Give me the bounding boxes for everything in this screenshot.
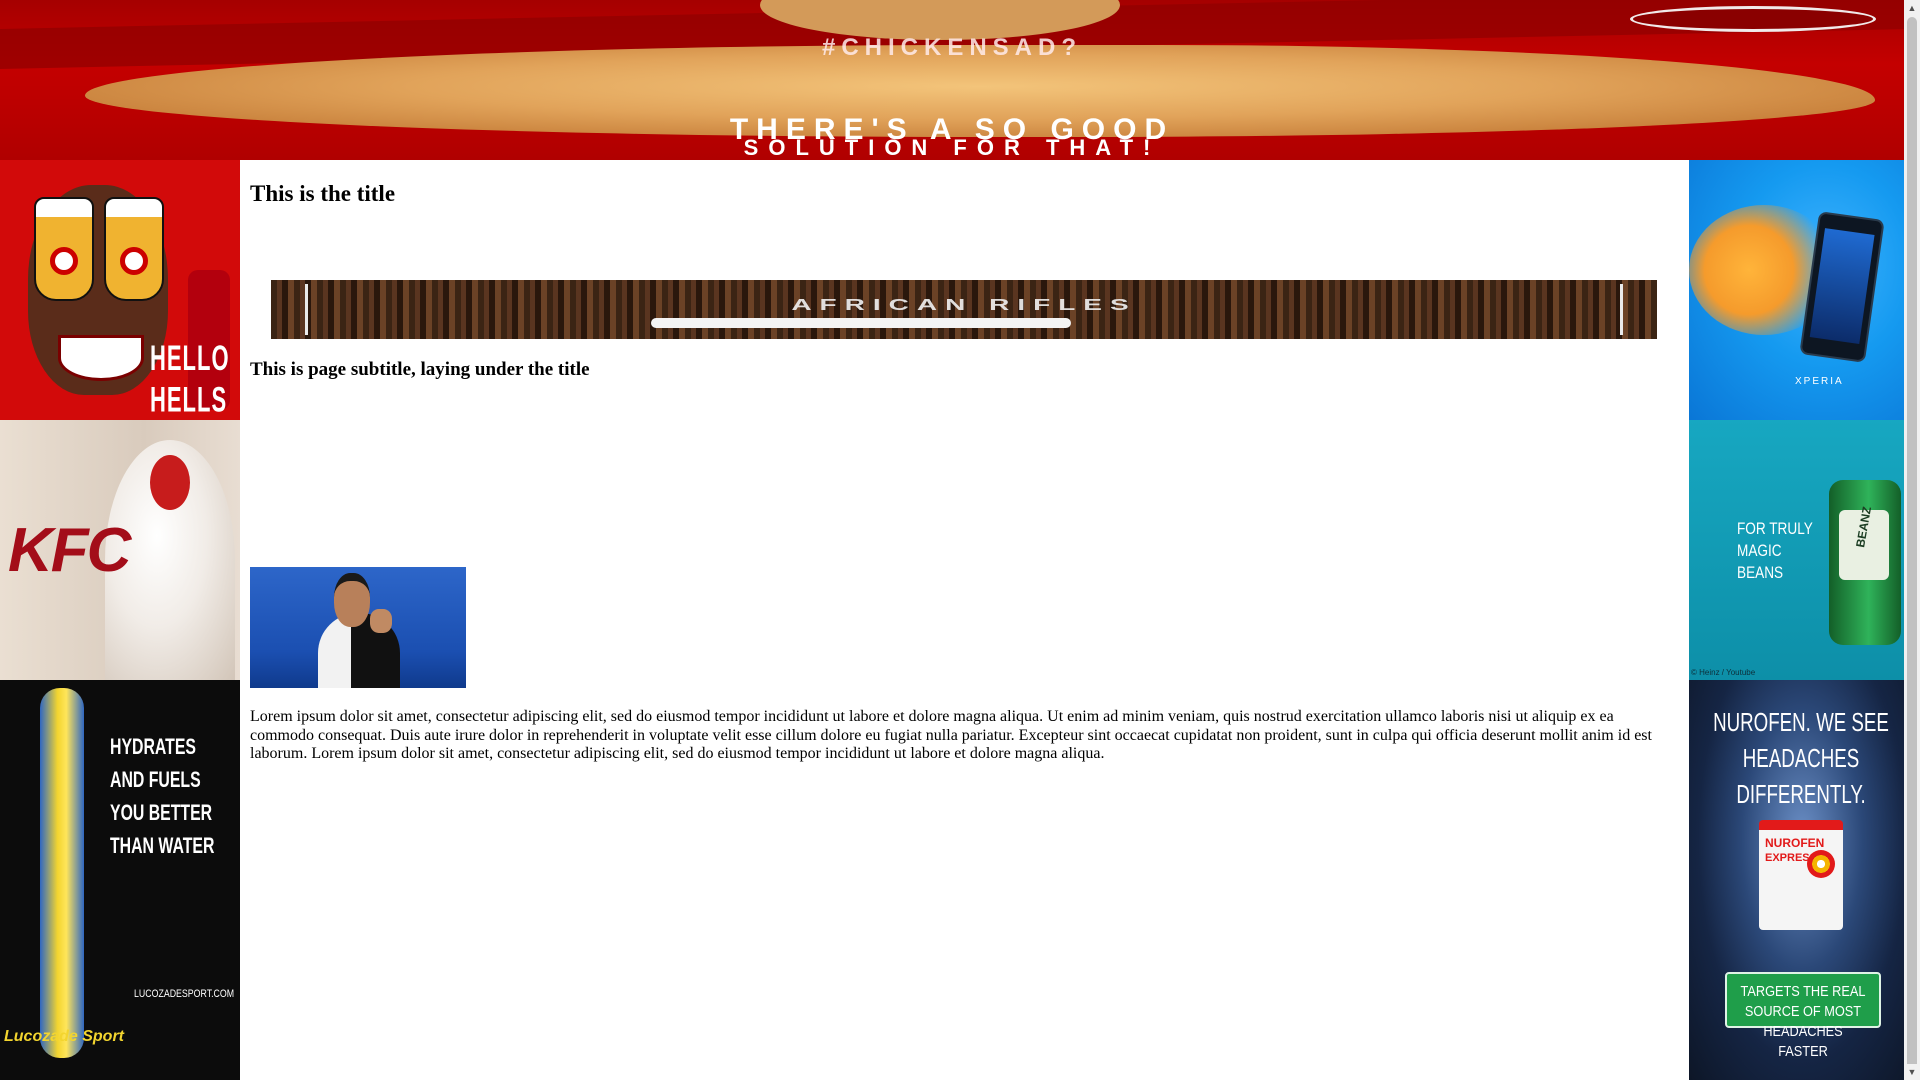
page-subtitle: This is page subtitle, laying under the … — [250, 359, 590, 380]
scroll-thumb[interactable] — [1907, 17, 1917, 1069]
heinz-can: BEANZ — [1829, 480, 1901, 645]
heinz-can-label: BEANZ — [1853, 505, 1875, 549]
lucozade-bottle — [40, 688, 84, 1058]
lucozade-url: LUCOZADESPORT.COM — [134, 988, 235, 1000]
heinz-credit: © Heinz / Youtube — [1691, 668, 1756, 677]
vertical-scrollbar[interactable]: ▲ ▼ — [1904, 0, 1920, 1080]
content-banner-text: AFRICAN RIFLES — [791, 296, 1137, 314]
content-banner-ad[interactable]: AFRICAN RIFLES — [271, 280, 1657, 339]
cartoon-face — [28, 185, 168, 395]
scroll-up-arrow-icon[interactable]: ▲ — [1904, 0, 1920, 16]
cartoon-mouth — [58, 335, 144, 381]
banner-logo — [1630, 6, 1876, 32]
nurofen-pack-brand: NUROFEN — [1765, 836, 1825, 850]
tennis-player-image — [250, 567, 466, 688]
nurofen-headline: NUROFEN. WE SEE HEADACHES DIFFERENTLY. — [1713, 707, 1889, 809]
beer-glass-left — [34, 197, 94, 301]
banner-tagline-line2: SOLUTION FOR THAT! — [743, 135, 1161, 160]
target-icon — [1807, 850, 1835, 878]
player-fist — [370, 609, 392, 633]
right-ad-xperia[interactable]: XPERIA — [1689, 160, 1915, 420]
heinz-keystone-label: BEANZ — [1839, 505, 1889, 580]
body-paragraph: Lorem ipsum dolor sit amet, consectetur … — [250, 708, 1652, 762]
top-banner-ad[interactable]: #CHICKENSAD? THERE'S A SO GOOD SOLUTION … — [0, 0, 1904, 160]
nurofen-pack: NUROFEN EXPRESS — [1759, 820, 1843, 930]
scroll-down-arrow-icon[interactable]: ▼ — [1904, 1064, 1920, 1080]
lucozade-copy: HYDRATES AND FUELS YOU BETTER THAN WATER — [110, 734, 215, 858]
xperia-brand: XPERIA — [1795, 376, 1844, 387]
lucozade-brand: Lucozade Sport — [4, 1028, 125, 1045]
nurofen-cta-label: TARGETS THE REAL SOURCE OF MOST HEADACHE… — [1740, 983, 1866, 1060]
hellmanns-text: HELLO HELLS — [150, 338, 230, 420]
content-banner-shop-pill — [651, 318, 1071, 328]
left-ad-kfc[interactable]: KFC — [0, 420, 240, 680]
chicken-comb — [150, 455, 190, 510]
banner-hashtag: #CHICKENSAD? — [821, 34, 1082, 61]
player-head — [334, 573, 370, 627]
right-ad-heinz[interactable]: FOR TRULY MAGIC BEANS BEANZ © Heinz / Yo… — [1689, 420, 1915, 680]
kfc-logo: KFC — [8, 516, 131, 585]
page-title: This is the title — [250, 181, 396, 206]
nurofen-cta-button[interactable]: TARGETS THE REAL SOURCE OF MOST HEADACHE… — [1725, 972, 1881, 1060]
heinz-copy: FOR TRULY MAGIC BEANS — [1737, 519, 1813, 582]
beer-glass-right — [104, 197, 164, 301]
left-ad-hellmanns[interactable]: HELLO HELLS — [0, 160, 240, 420]
left-ad-lucozade[interactable]: HYDRATES AND FUELS YOU BETTER THAN WATER… — [0, 680, 240, 1080]
right-ad-nurofen[interactable]: NUROFEN. WE SEE HEADACHES DIFFERENTLY. N… — [1689, 680, 1915, 1080]
